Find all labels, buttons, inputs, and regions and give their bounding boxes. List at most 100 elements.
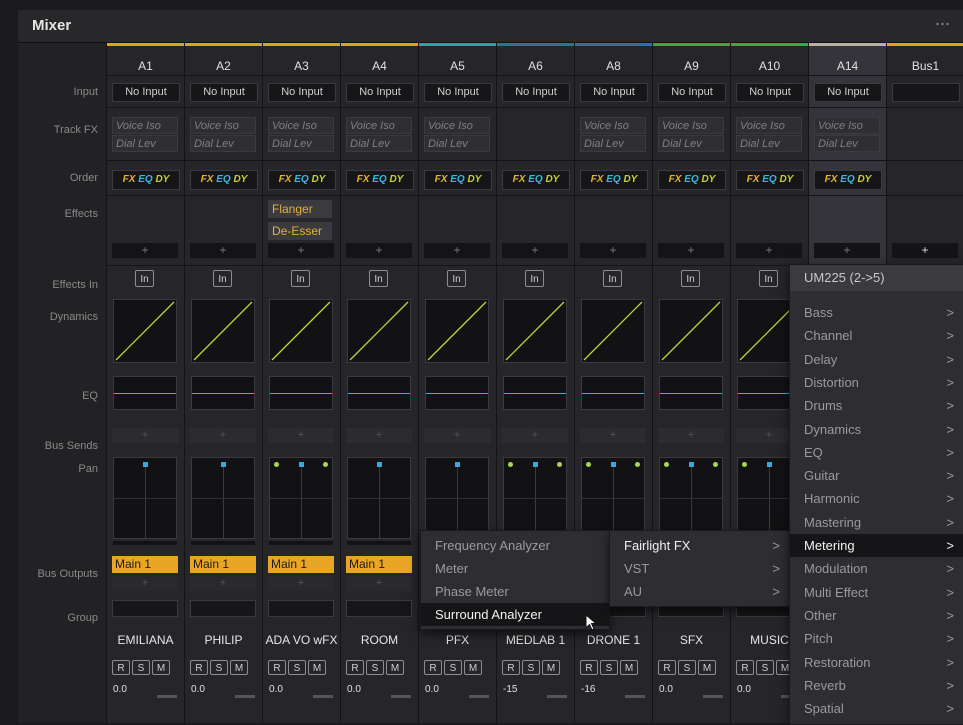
solo-button[interactable]: S <box>132 660 150 675</box>
dynamics-graph[interactable] <box>347 299 411 363</box>
bus-output-assign[interactable]: Main 1 <box>190 556 256 573</box>
eq-graph[interactable] <box>191 376 255 410</box>
track-fx-dial-lev[interactable]: Dial Lev <box>112 135 178 152</box>
track-fx-voice-iso[interactable]: Voice Iso <box>424 117 490 134</box>
processing-order[interactable]: FX EQ DY <box>502 170 570 190</box>
track-name[interactable]: ADA VO wFX <box>263 633 340 647</box>
add-effect-button[interactable]: + <box>502 243 568 258</box>
track-name[interactable]: SFX <box>653 633 730 647</box>
bus-send-add[interactable]: + <box>190 428 256 443</box>
record-button[interactable]: R <box>580 660 598 675</box>
add-effect-button[interactable]: + <box>268 243 334 258</box>
bus-send-add[interactable]: + <box>502 428 568 443</box>
menu-item-eq[interactable]: EQ > <box>790 441 963 464</box>
add-effect-button[interactable]: + <box>424 243 490 258</box>
track-fx-voice-iso[interactable]: Voice Iso <box>112 117 178 134</box>
fader-handle[interactable] <box>313 695 333 698</box>
dynamics-graph[interactable] <box>113 299 177 363</box>
bus-send-add[interactable]: + <box>658 428 724 443</box>
menu-item-au[interactable]: AU > <box>610 580 790 603</box>
eq-graph[interactable] <box>347 376 411 410</box>
processing-order[interactable]: FX EQ DY <box>268 170 336 190</box>
solo-button[interactable]: S <box>288 660 306 675</box>
menu-item-restoration[interactable]: Restoration > <box>790 651 963 674</box>
fader-handle[interactable] <box>625 695 645 698</box>
group-selector[interactable] <box>190 600 256 617</box>
group-selector[interactable] <box>346 600 412 617</box>
bus-send-add[interactable]: + <box>112 428 178 443</box>
record-button[interactable]: R <box>658 660 676 675</box>
input-selector[interactable]: No Input <box>346 83 414 102</box>
track-fx-voice-iso[interactable]: Voice Iso <box>736 117 802 134</box>
track-name[interactable]: ROOM <box>341 633 418 647</box>
track-fx-voice-iso[interactable]: Voice Iso <box>190 117 256 134</box>
input-selector[interactable]: No Input <box>424 83 492 102</box>
record-button[interactable]: R <box>268 660 286 675</box>
processing-order[interactable]: FX EQ DY <box>190 170 258 190</box>
pan-control[interactable] <box>113 457 177 539</box>
input-selector[interactable]: No Input <box>190 83 258 102</box>
group-selector[interactable] <box>268 600 334 617</box>
bus-output-assign[interactable]: Main 1 <box>112 556 178 573</box>
add-effect-button[interactable]: + <box>814 243 880 258</box>
menu-item-spatial[interactable]: Spatial > <box>790 697 963 720</box>
bus-send-add[interactable]: + <box>424 428 490 443</box>
fader-handle[interactable] <box>703 695 723 698</box>
menu-item-multi-effect[interactable]: Multi Effect > <box>790 581 963 604</box>
solo-button[interactable]: S <box>366 660 384 675</box>
bus-output-assign[interactable]: Main 1 <box>268 556 334 573</box>
effects-in-button[interactable]: In <box>369 270 388 287</box>
effects-in-button[interactable]: In <box>525 270 544 287</box>
menu-item-guitar[interactable]: Guitar > <box>790 464 963 487</box>
track-fx-dial-lev[interactable]: Dial Lev <box>814 135 880 152</box>
dynamics-graph[interactable] <box>659 299 723 363</box>
effects-in-button[interactable]: In <box>603 270 622 287</box>
track-name[interactable]: PFX <box>419 633 496 647</box>
add-effect-button[interactable]: + <box>736 243 802 258</box>
menu-item-drums[interactable]: Drums > <box>790 394 963 417</box>
add-effect-button[interactable]: + <box>580 243 646 258</box>
fader-handle[interactable] <box>157 695 177 698</box>
track-name[interactable]: DRONE 1 <box>575 633 652 647</box>
track-fx-dial-lev[interactable]: Dial Lev <box>346 135 412 152</box>
eq-graph[interactable] <box>503 376 567 410</box>
eq-graph[interactable] <box>659 376 723 410</box>
eq-graph[interactable] <box>269 376 333 410</box>
record-button[interactable]: R <box>736 660 754 675</box>
processing-order[interactable]: FX EQ DY <box>424 170 492 190</box>
track-fx-voice-iso[interactable]: Voice Iso <box>658 117 724 134</box>
more-options-icon[interactable] <box>935 22 949 26</box>
mute-button[interactable]: M <box>698 660 716 675</box>
input-selector[interactable]: No Input <box>112 83 180 102</box>
effects-in-button[interactable]: In <box>135 270 154 287</box>
solo-button[interactable]: S <box>756 660 774 675</box>
input-selector[interactable]: No Input <box>658 83 726 102</box>
record-button[interactable]: R <box>502 660 520 675</box>
menu-item-bass[interactable]: Bass > <box>790 301 963 324</box>
bus-output-assign[interactable]: Main 1 <box>346 556 412 573</box>
dynamics-graph[interactable] <box>191 299 255 363</box>
pan-control[interactable] <box>659 457 723 539</box>
add-effect-button[interactable]: + <box>190 243 256 258</box>
bus-send-add[interactable]: + <box>268 428 334 443</box>
track-fx-dial-lev[interactable]: Dial Lev <box>658 135 724 152</box>
pan-control[interactable] <box>503 457 567 539</box>
effects-in-button[interactable]: In <box>447 270 466 287</box>
menu-item-delay[interactable]: Delay > <box>790 348 963 371</box>
mute-button[interactable]: M <box>308 660 326 675</box>
eq-graph[interactable] <box>425 376 489 410</box>
menu-item-dynamics[interactable]: Dynamics > <box>790 418 963 441</box>
processing-order[interactable]: FX EQ DY <box>580 170 648 190</box>
effects-in-button[interactable]: In <box>291 270 310 287</box>
menu-item-surround-analyzer[interactable]: Surround Analyzer <box>421 603 609 626</box>
dynamics-graph[interactable] <box>503 299 567 363</box>
effects-in-button[interactable]: In <box>681 270 700 287</box>
add-effect-button[interactable]: + <box>346 243 412 258</box>
solo-button[interactable]: S <box>600 660 618 675</box>
track-fx-dial-lev[interactable]: Dial Lev <box>190 135 256 152</box>
fader-handle[interactable] <box>235 695 255 698</box>
track-fx-dial-lev[interactable]: Dial Lev <box>580 135 646 152</box>
menu-item-fairlight-fx[interactable]: Fairlight FX > <box>610 534 790 557</box>
fader-handle[interactable] <box>469 695 489 698</box>
pan-control[interactable] <box>425 457 489 539</box>
